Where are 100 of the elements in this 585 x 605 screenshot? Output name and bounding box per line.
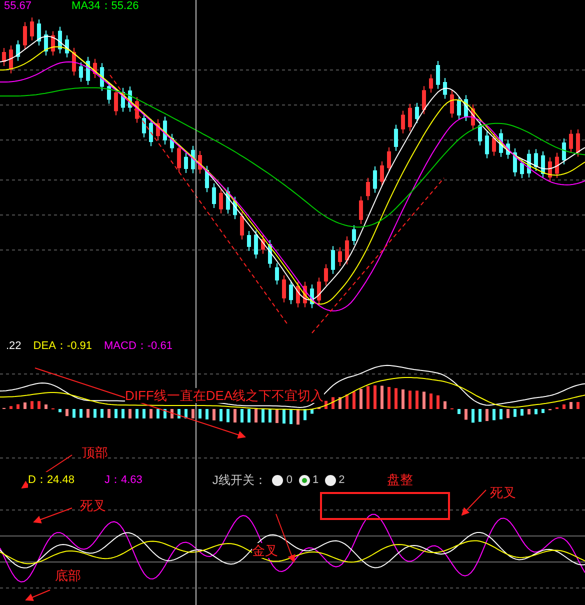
- annotation-text: 死叉: [80, 498, 106, 513]
- candlestick: [23, 22, 27, 50]
- histogram-bar: [360, 388, 362, 409]
- histogram-bar: [464, 409, 468, 420]
- candlestick: [275, 262, 279, 285]
- candlestick: [2, 48, 6, 66]
- histogram-bar: [114, 409, 118, 418]
- candlestick: [135, 96, 139, 124]
- candlestick: [520, 158, 524, 179]
- candlestick: [317, 277, 321, 306]
- candlestick: [513, 148, 517, 177]
- arrow: [33, 508, 72, 524]
- candlestick: [30, 16, 34, 41]
- histogram-bar: [436, 395, 440, 409]
- histogram-bar: [108, 409, 110, 418]
- candlestick: [408, 103, 412, 132]
- arrow: [25, 590, 50, 601]
- candlestick: [282, 274, 286, 303]
- histogram-bar: [30, 401, 34, 409]
- histogram-bar: [478, 409, 482, 422]
- histogram-bar: [408, 390, 412, 409]
- histogram-bar: [226, 409, 230, 422]
- radio-option[interactable]: 2: [324, 472, 345, 488]
- candlestick: [373, 166, 377, 194]
- radio-option[interactable]: 0: [272, 472, 293, 488]
- legend-label: MA34：55.26: [72, 0, 139, 12]
- candlestick: [478, 120, 482, 146]
- histogram-bar: [352, 392, 356, 409]
- candlestick: [205, 165, 209, 193]
- candlestick: [100, 62, 104, 92]
- histogram-bar: [86, 409, 90, 418]
- candlestick: [79, 62, 83, 82]
- legend-label: DEA：-0.91: [33, 338, 92, 354]
- histogram-bar: [402, 389, 404, 409]
- histogram-bar: [142, 409, 146, 418]
- candlestick: [149, 118, 153, 147]
- candlestick: [499, 128, 503, 158]
- histogram-bar: [282, 409, 286, 424]
- candlestick: [51, 30, 55, 56]
- candlestick: [226, 186, 230, 214]
- histogram-bar: [100, 409, 104, 418]
- histogram-bar: [458, 409, 460, 414]
- histogram-bar: [472, 409, 474, 423]
- histogram-bar: [170, 409, 174, 418]
- candlestick: [555, 152, 559, 178]
- candlestick: [324, 264, 328, 286]
- histogram-bar: [58, 409, 62, 412]
- arrow: [276, 514, 296, 563]
- histogram-bar: [248, 409, 250, 422]
- candlestick: [401, 110, 405, 134]
- radio-option[interactable]: 1: [298, 472, 319, 488]
- histogram-bar: [542, 409, 544, 414]
- histogram-bar: [486, 409, 488, 422]
- histogram-bar: [366, 386, 370, 409]
- histogram-bar: [220, 409, 222, 422]
- candlestick: [345, 236, 349, 265]
- histogram-bar: [150, 409, 152, 418]
- candlestick: [366, 177, 370, 201]
- candlestick: [44, 30, 48, 56]
- histogram-bar: [136, 409, 138, 418]
- candlestick: [72, 47, 76, 76]
- candlestick: [303, 281, 307, 308]
- candlestick: [506, 139, 510, 160]
- histogram-bar: [324, 400, 328, 409]
- histogram-bar: [422, 392, 426, 409]
- candlestick: [177, 144, 181, 173]
- annotation-text: 盘整: [387, 472, 413, 487]
- histogram-bar: [500, 409, 502, 420]
- histogram-bar: [388, 386, 390, 409]
- candlestick: [569, 129, 573, 154]
- candlestick: [443, 78, 447, 100]
- candlestick: [156, 118, 160, 141]
- candlestick: [191, 145, 195, 174]
- candlestick: [422, 86, 426, 115]
- candlestick: [541, 150, 545, 178]
- candlestick: [352, 224, 356, 246]
- candlestick: [37, 18, 41, 46]
- histogram-bar: [262, 409, 264, 422]
- histogram-bar: [430, 394, 432, 409]
- histogram-bar: [570, 402, 572, 409]
- candlestick: [359, 196, 363, 224]
- candlestick: [261, 234, 265, 254]
- candlestick: [471, 104, 475, 130]
- candlestick: [142, 114, 146, 138]
- histogram-bar: [44, 404, 48, 409]
- histogram-bar: [514, 409, 516, 417]
- histogram-bar: [296, 409, 300, 425]
- candlestick: [163, 116, 167, 145]
- annotation-text: 顶部: [82, 445, 108, 460]
- histogram-bar: [576, 402, 580, 409]
- histogram-bar: [66, 409, 68, 416]
- histogram-bar: [72, 409, 76, 418]
- histogram-bar: [416, 390, 418, 409]
- candlestick: [457, 96, 461, 120]
- histogram-bar: [16, 404, 20, 409]
- histogram-bar: [492, 409, 496, 420]
- histogram-bar: [304, 409, 306, 420]
- histogram-bar: [122, 409, 124, 418]
- histogram-bar: [374, 385, 376, 409]
- candlestick: [436, 60, 440, 90]
